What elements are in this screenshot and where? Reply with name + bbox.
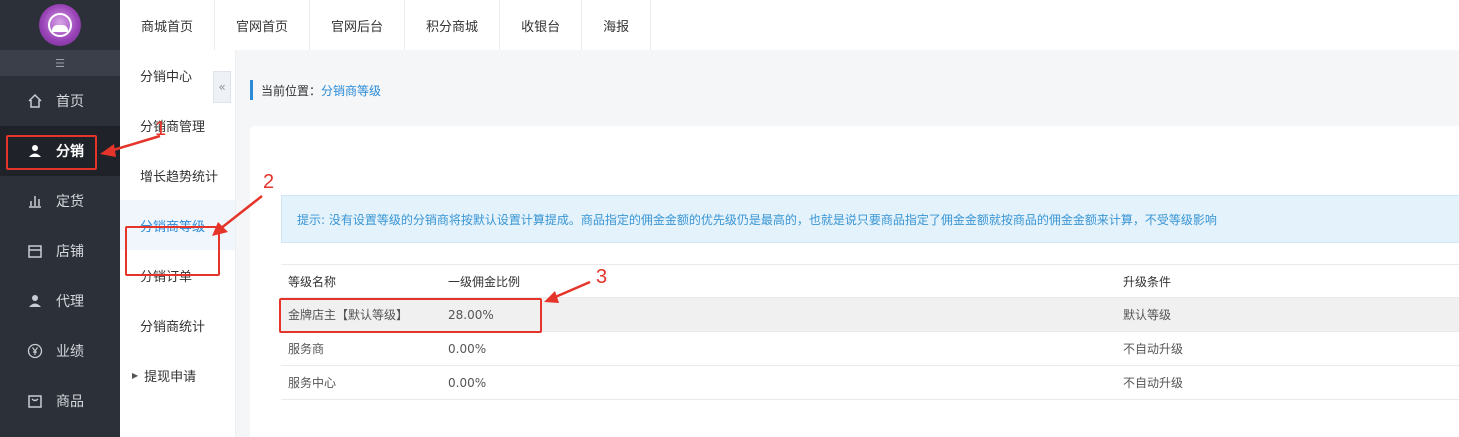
column-header-upgrade: 升级条件 [1123,274,1172,289]
submenu-distributor-stats[interactable]: 分销商统计 [120,300,235,350]
sidebar-item-goods[interactable]: 商品 [0,376,120,426]
submenu-label: 提现申请 [144,369,197,385]
breadcrumb-prefix: 当前位置： [261,83,322,98]
tab-points-mall[interactable]: 积分商城 [405,0,501,50]
level-name-cell: 服务中心 [288,376,337,390]
upgrade-cell: 不自动升级 [1123,342,1184,356]
annotation-number-2: 2 [263,171,275,193]
bag-icon [26,392,44,410]
user-icon [26,292,44,310]
sidebar-item-home[interactable]: 首页 [0,76,120,126]
sidebar-item-label: 定货 [56,194,84,210]
sidebar-item-label: 代理 [56,294,84,310]
column-header-level-name: 等级名称 [288,274,337,289]
commission-cell: 28.00% [448,307,494,322]
tab-mall-home[interactable]: 商城首页 [120,0,216,50]
annotation-number-3: 3 [596,266,608,288]
home-icon [26,92,44,110]
tip-banner: 提示: 没有设置等级的分销商将按默认设置计算提成。商品指定的佣金金额的优先级仍是… [281,195,1459,243]
annotation-box-1 [6,135,97,170]
sidebar-item-label: 业绩 [56,344,84,360]
collapse-submenu-icon[interactable]: « [213,71,231,103]
submenu-distributor-management[interactable]: 分销商管理 [120,100,235,150]
breadcrumb: 当前位置： 分销商等级 [250,80,381,100]
table-row[interactable]: 服务商 0.00% 不自动升级 [281,332,1459,366]
tab-poster[interactable]: 海报 [582,0,652,50]
app-logo[interactable] [39,4,81,46]
bar-chart-icon [26,192,44,210]
sidebar-item-label: 首页 [56,94,84,110]
main-sidebar: ☰ 首页 分销 定货 店铺 代理 业绩 商品 [0,0,120,437]
commission-cell: 0.00% [448,341,487,356]
upgrade-cell: 默认等级 [1123,308,1172,322]
annotation-box-2 [125,226,220,276]
tab-cashier[interactable]: 收银台 [500,0,583,50]
table-header-row: 等级名称 一级佣金比例 升级条件 [281,264,1459,298]
commission-cell: 0.00% [448,375,487,390]
submenu-withdraw-requests[interactable]: ▶ 提现申请 [120,350,235,400]
tab-site-home[interactable]: 官网首页 [215,0,311,50]
sidebar-item-store[interactable]: 店铺 [0,226,120,276]
annotation-box-3 [279,298,542,333]
sidebar-item-order[interactable]: 定货 [0,176,120,226]
caret-right-icon: ▶ [132,370,139,380]
sidebar-item-performance[interactable]: 业绩 [0,326,120,376]
store-icon [26,242,44,260]
top-nav: 商城首页 官网首页 官网后台 积分商城 收银台 海报 [120,0,1459,50]
tab-site-admin[interactable]: 官网后台 [310,0,406,50]
sidebar-item-agent[interactable]: 代理 [0,276,120,326]
collapse-menu-icon[interactable]: ☰ [0,50,120,76]
upgrade-cell: 不自动升级 [1123,376,1184,390]
level-name-cell: 服务商 [288,342,325,356]
submenu-growth-stats[interactable]: 增长趋势统计 [120,150,235,200]
sidebar-item-label: 商品 [56,394,84,410]
yen-icon [26,342,44,360]
logo-area [0,0,120,50]
sidebar-item-label: 店铺 [56,244,84,260]
annotation-number-1: 1 [155,118,167,140]
table-row[interactable]: 服务中心 0.00% 不自动升级 [281,366,1459,400]
breadcrumb-current[interactable]: 分销商等级 [321,82,381,99]
column-header-commission: 一级佣金比例 [448,274,521,289]
